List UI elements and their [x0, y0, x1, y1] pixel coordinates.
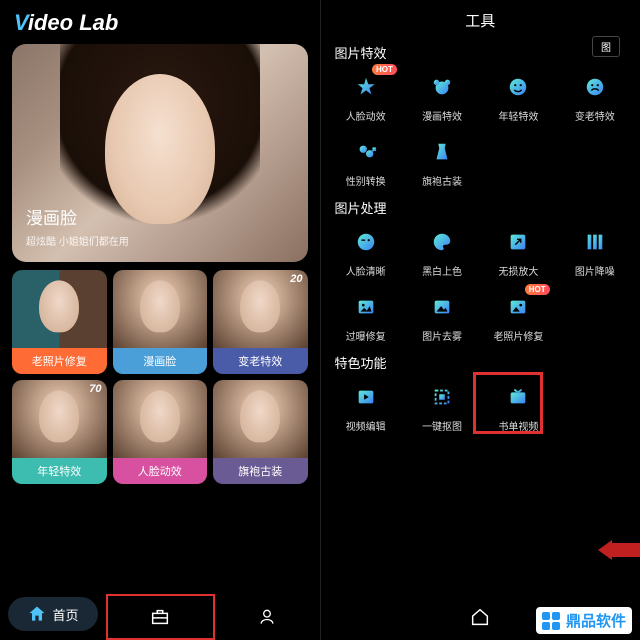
tool-gender[interactable]: 性别转换	[329, 129, 403, 192]
card-face-anim[interactable]: 人脸动效	[113, 380, 208, 484]
card-young[interactable]: 70年轻特效	[12, 380, 107, 484]
hero-banner[interactable]: 漫画脸 超炫酷 小姐姐们都在用	[12, 44, 308, 262]
tool-face-anim[interactable]: HOT人脸动效	[329, 64, 403, 127]
wink-icon	[355, 231, 377, 253]
tool-cutout[interactable]: 一键抠图	[405, 374, 479, 437]
hero-title: 漫画脸	[26, 204, 129, 229]
tools-pane: 工具 图 图片特效 HOT人脸动效 漫画特效 年轻特效 变老特效 性别转换 旗袍…	[321, 0, 640, 640]
profile-icon	[257, 607, 277, 627]
highlight-box	[473, 372, 543, 434]
arrow-annotation	[598, 540, 640, 560]
tool-exposure[interactable]: 过曝修复	[329, 284, 403, 347]
hero-subtitle: 超炫酷 小姐姐们都在用	[26, 233, 129, 248]
home-outline-icon[interactable]	[469, 606, 491, 628]
picture-icon	[431, 296, 453, 318]
tool-young[interactable]: 年轻特效	[481, 64, 555, 127]
card-aging[interactable]: 20变老特效	[213, 270, 308, 374]
nav-toolbox[interactable]	[106, 594, 215, 640]
sad-icon	[584, 76, 606, 98]
tool-manga[interactable]: 漫画特效	[405, 64, 479, 127]
nav-profile[interactable]	[215, 594, 320, 640]
tool-colorize[interactable]: 黑白上色	[405, 219, 479, 282]
tools-title: 工具	[321, 0, 640, 37]
nav-home[interactable]: 首页	[8, 597, 98, 631]
dress-icon	[431, 141, 453, 163]
watermark: 鼎品软件	[536, 607, 632, 634]
tool-restore[interactable]: HOT老照片修复	[481, 284, 555, 347]
star-icon	[355, 76, 377, 98]
tool-video-edit[interactable]: 视频编辑	[329, 374, 403, 437]
home-pane: Video Lab 漫画脸 超炫酷 小姐姐们都在用 老照片修复 漫画脸 20变老…	[0, 0, 321, 640]
tool-dehaze[interactable]: 图片去雾	[405, 284, 479, 347]
tool-qipao[interactable]: 旗袍古装	[405, 129, 479, 192]
tool-denoise[interactable]: 图片降噪	[558, 219, 632, 282]
filter-tag[interactable]: 图	[592, 36, 620, 57]
card-qipao[interactable]: 旗袍古装	[213, 380, 308, 484]
tool-upscale[interactable]: 无损放大	[481, 219, 555, 282]
section-processing: 图片处理	[321, 192, 640, 219]
home-icon	[27, 604, 47, 624]
card-old-photo[interactable]: 老照片修复	[12, 270, 107, 374]
palette-icon	[431, 231, 453, 253]
smile-icon	[507, 76, 529, 98]
tool-old[interactable]: 变老特效	[558, 64, 632, 127]
tool-face-clear[interactable]: 人脸清晰	[329, 219, 403, 282]
bars-icon	[584, 231, 606, 253]
feature-grid: 老照片修复 漫画脸 20变老特效 70年轻特效 人脸动效 旗袍古装	[0, 262, 320, 484]
bear-icon	[431, 76, 453, 98]
image-icon	[355, 296, 377, 318]
app-logo: Video Lab	[0, 0, 320, 44]
photo-icon	[507, 296, 529, 318]
toolbox-icon	[149, 606, 171, 628]
gender-icon	[355, 141, 377, 163]
expand-icon	[507, 231, 529, 253]
crop-icon	[431, 386, 453, 408]
section-special: 特色功能	[321, 347, 640, 374]
bottom-nav: 首页	[0, 594, 320, 640]
watermark-logo-icon	[542, 612, 560, 630]
play-icon	[355, 386, 377, 408]
card-manga[interactable]: 漫画脸	[113, 270, 208, 374]
